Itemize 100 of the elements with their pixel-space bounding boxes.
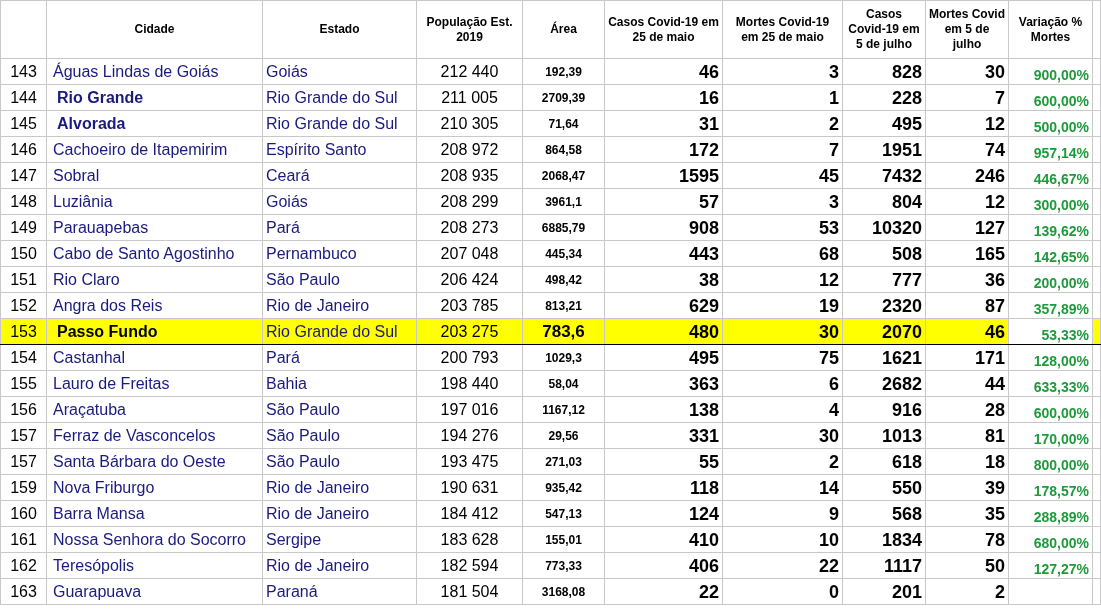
table-cell: Parauapebas [46,214,263,241]
table-cell: 208 273 [416,214,523,241]
table-cell: 30 [925,58,1009,85]
table-cell: Goiás [262,58,417,85]
table-cell: 10320 [842,214,926,241]
table-cell: São Paulo [262,396,417,423]
table-cell: 28 [925,396,1009,423]
table-cell: 2682 [842,370,926,397]
table-cell: Guarapuava [46,578,263,605]
table-cell: 629 [604,292,723,319]
table-cell: Ceará [262,162,417,189]
table-cell: 208 972 [416,136,523,163]
table-cell: Rio Grande do Sul [262,110,417,137]
row-number: 146 [0,136,47,163]
table-cell: 127 [925,214,1009,241]
table-cell: 246 [925,162,1009,189]
row-number: 154 [0,344,47,371]
table-cell: 12 [925,110,1009,137]
table-cell: 31 [604,110,723,137]
table-cell: 4 [722,396,843,423]
table-cell: 201 [842,578,926,605]
table-cell: Luziânia [46,188,263,215]
table-cell: Bahia [262,370,417,397]
row-number: 149 [0,214,47,241]
table-cell: 142,65% [1008,240,1093,267]
row-number: 155 [0,370,47,397]
table-cell: 957,14% [1008,136,1093,163]
table-cell: 87 [925,292,1009,319]
table-cell: 12 [925,188,1009,215]
table-cell: Sobral [46,162,263,189]
table-cell: 57 [604,188,723,215]
column-header: População Est. 2019 [416,0,523,59]
table-cell: 916 [842,396,926,423]
table-cell: Rio Grande [46,84,263,111]
table-cell: 443 [604,240,723,267]
table-cell: 53,33% [1008,318,1093,345]
table-cell: 908 [604,214,723,241]
table-cell: 81 [925,422,1009,449]
table-cell: Pará [262,344,417,371]
table-cell: 18 [925,448,1009,475]
table-cell: 2 [925,578,1009,605]
table-cell: 495 [842,110,926,137]
table-cell: 1117 [842,552,926,579]
table-cell: Santa Bárbara do Oeste [46,448,263,475]
table-cell: 74 [925,136,1009,163]
table-cell: Rio Grande do Sul [262,318,417,345]
table-cell: 124 [604,500,723,527]
table-cell: 171 [925,344,1009,371]
table-cell: 39 [925,474,1009,501]
table-cell: 46 [925,318,1009,345]
table-cell: 14 [722,474,843,501]
table-cell: 128,00% [1008,344,1093,371]
table-cell: 357,89% [1008,292,1093,319]
table-cell: Teresópolis [46,552,263,579]
table-cell: Rio Claro [46,266,263,293]
table-cell: 680,00% [1008,526,1093,553]
table-cell: 127,27% [1008,552,1093,579]
row-number: 156 [0,396,47,423]
row-number: 144 [0,84,47,111]
table-cell: Castanhal [46,344,263,371]
table-cell: 783,6 [522,318,605,345]
table-cell: Lauro de Freitas [46,370,263,397]
table-cell: Pernambuco [262,240,417,267]
table-cell: Nova Friburgo [46,474,263,501]
column-header: Mortes Covid-19 em 25 de maio [722,0,843,59]
table-cell: 138 [604,396,723,423]
table-cell: 45 [722,162,843,189]
table-cell: 600,00% [1008,84,1093,111]
table-cell: 50 [925,552,1009,579]
column-header: Casos Covid-19 em 5 de julho [842,0,926,59]
table-cell: 2 [722,110,843,137]
row-number: 160 [0,500,47,527]
table-cell: Pará [262,214,417,241]
table-cell: 22 [604,578,723,605]
table-cell: 410 [604,526,723,553]
table-cell: 300,00% [1008,188,1093,215]
table-cell: 208 935 [416,162,523,189]
table-cell: 190 631 [416,474,523,501]
table-cell: 212 440 [416,58,523,85]
table-cell: 600,00% [1008,396,1093,423]
table-cell: 288,89% [1008,500,1093,527]
table-cell: 2070 [842,318,926,345]
table-cell: Rio de Janeiro [262,552,417,579]
table-cell: 500,00% [1008,110,1093,137]
table-cell: Rio de Janeiro [262,474,417,501]
table-cell: Ferraz de Vasconcelos [46,422,263,449]
table-cell: 1595 [604,162,723,189]
table-cell: 1951 [842,136,926,163]
table-cell: 207 048 [416,240,523,267]
table-cell: Rio Grande do Sul [262,84,417,111]
column-header: Casos Covid-19 em 25 de maio [604,0,723,59]
table-cell: 508 [842,240,926,267]
table-cell: 800,00% [1008,448,1093,475]
table-cell: 7432 [842,162,926,189]
column-header: Variação % Mortes [1008,0,1093,59]
column-header: Mortes Covid em 5 de julho [925,0,1009,59]
row-number: 148 [0,188,47,215]
table-cell: 633,33% [1008,370,1093,397]
table-cell: 75 [722,344,843,371]
table-cell: 78 [925,526,1009,553]
